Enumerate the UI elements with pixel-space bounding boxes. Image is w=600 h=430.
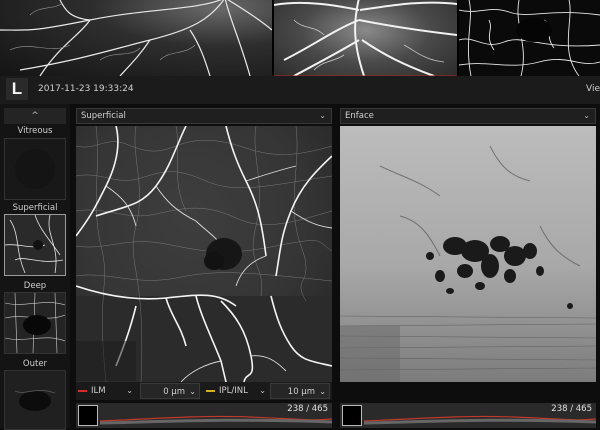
chevron-down-icon: ⌄ [126,386,133,395]
lower-layer-value: IPL/INL [219,386,248,396]
upper-offset-value: 0 µm [163,387,185,397]
app-logo: L [6,78,28,100]
layer-thumb-outer[interactable] [4,370,66,430]
banner-image-capillary [459,0,600,76]
scan-timestamp: 2017-11-23 19:33:24 [38,84,134,94]
banner-image-optic-disc [274,0,457,76]
lower-layer-color-swatch [206,389,215,392]
right-bscan-thumbnail [342,405,362,426]
layer-thumb-superficial[interactable] [4,214,66,276]
chevron-down-icon: ⌄ [189,387,196,396]
right-view-dropdown-value: Enface [345,111,374,121]
upper-offset-stepper[interactable]: 0 µm ⌄ [140,383,200,399]
chevron-down-icon: ⌄ [583,111,590,120]
lower-offset-value: 10 µm [287,387,315,397]
banner-image-wide-angiogram [0,0,272,76]
view-menu-label[interactable]: Vie [586,84,600,94]
left-bscan-thumbnail [78,405,98,426]
upper-layer-color-swatch [78,389,87,392]
left-layer-dropdown-value: Superficial [81,111,126,121]
layer-sidebar: ^ Vitreous Superficial Deep Outer [0,104,70,430]
lower-offset-stepper[interactable]: 10 µm ⌄ [270,383,330,399]
right-bscan-preview[interactable]: 238 / 465 [340,403,596,428]
layer-thumb-vitreous[interactable] [4,138,66,200]
enface-image[interactable] [340,126,596,382]
layer-label-outer: Outer [22,359,48,369]
lower-layer-select[interactable]: IPL/INL ⌄ [206,383,268,399]
segmentation-controls: ILM ⌄ 0 µm ⌄ IPL/INL ⌄ 10 µm ⌄ [76,382,332,400]
upper-layer-value: ILM [91,386,106,396]
layer-label-vitreous: Vitreous [17,126,53,136]
layer-thumb-deep[interactable] [4,292,66,354]
upper-layer-select[interactable]: ILM ⌄ [78,383,136,399]
left-layer-dropdown[interactable]: Superficial ⌄ [76,108,332,124]
left-bscan-preview[interactable]: 238 / 465 [76,403,332,428]
app-header: L 2017-11-23 19:33:24 Vie [0,76,600,104]
chevron-up-icon[interactable]: ^ [4,108,66,124]
chevron-down-icon: ⌄ [259,386,266,395]
right-view-dropdown[interactable]: Enface ⌄ [340,108,596,124]
layer-label-deep: Deep [23,281,47,291]
superficial-angiogram-image[interactable] [76,126,332,382]
chevron-down-icon: ⌄ [319,111,326,120]
layer-label-superficial: Superficial [12,203,58,213]
right-bscan-counter: 238 / 465 [551,404,592,414]
left-bscan-counter: 238 / 465 [287,404,328,414]
top-image-strip [0,0,600,76]
chevron-down-icon: ⌄ [319,387,326,396]
